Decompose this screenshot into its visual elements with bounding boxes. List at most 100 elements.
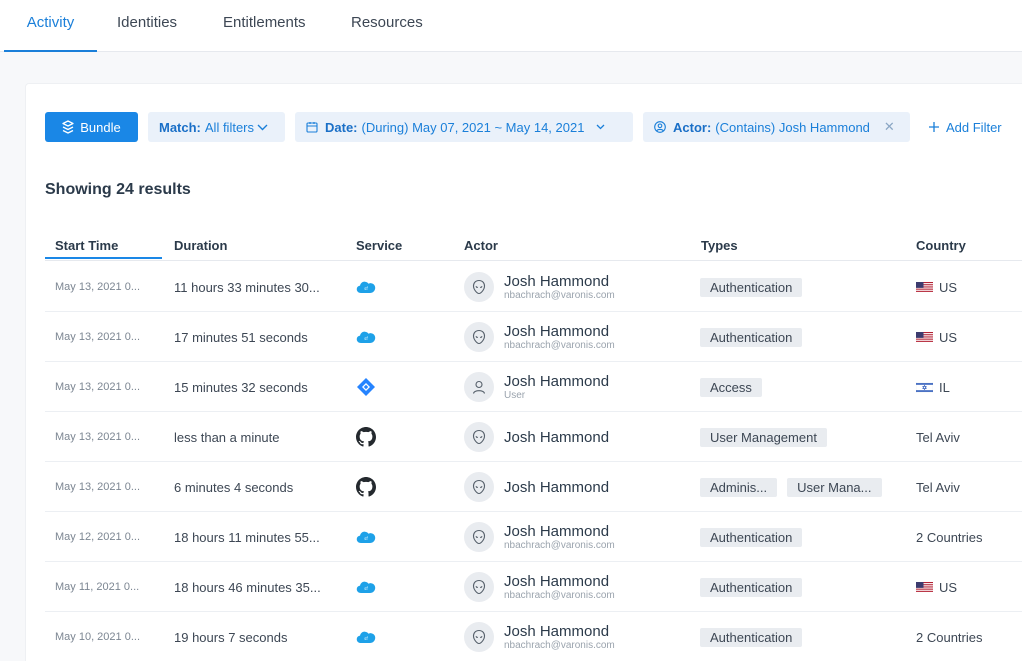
svg-text:sf: sf	[364, 336, 368, 341]
tab-bar: Activity Identities Entitlements Resourc…	[0, 0, 1022, 52]
country-label: IL	[939, 379, 950, 395]
table-row[interactable]: May 13, 2021 0... 6 minutes 4 seconds Jo…	[45, 462, 1022, 512]
actor-subtitle: nbachrach@varonis.com	[504, 589, 615, 601]
tab-entitlements[interactable]: Entitlements	[223, 0, 306, 52]
duration-cell: less than a minute	[174, 429, 280, 445]
table-row[interactable]: May 12, 2021 0... 18 hours 11 minutes 55…	[45, 512, 1022, 562]
results-count-heading: Showing 24 results	[45, 181, 191, 198]
actor-subtitle: nbachrach@varonis.com	[504, 539, 615, 551]
actor-name: Josh Hammond	[504, 478, 610, 496]
table-row[interactable]: May 13, 2021 0... 17 minutes 51 seconds …	[45, 312, 1022, 362]
table-row[interactable]: May 13, 2021 0... less than a minute Jos…	[45, 412, 1022, 462]
match-filter-chip[interactable]: Match: All filters	[148, 112, 285, 142]
salesforce-icon: sf	[356, 280, 376, 294]
duration-cell: 18 hours 11 minutes 55...	[174, 529, 320, 545]
salesforce-icon: sf	[356, 580, 376, 594]
actor-filter-chip[interactable]: Actor: (Contains) Josh Hammond ✕	[643, 112, 910, 142]
avatar	[464, 522, 494, 552]
actor-name: Josh Hammond	[504, 372, 610, 390]
country-cell: Tel Aviv	[916, 462, 1022, 512]
actor-cell[interactable]: Josh Hammond nbachrach@varonis.com	[464, 562, 694, 612]
alien-icon	[471, 329, 487, 345]
actor-name: Josh Hammond	[504, 572, 610, 590]
duration-cell: 6 minutes 4 seconds	[174, 479, 294, 495]
chevron-down-icon	[257, 124, 268, 131]
column-header-service[interactable]: Service	[356, 238, 402, 253]
salesforce-icon: sf	[356, 330, 376, 344]
country-label: 2 Countries	[916, 529, 983, 545]
table-row[interactable]: May 11, 2021 0... 18 hours 46 minutes 35…	[45, 562, 1022, 612]
tab-identities[interactable]: Identities	[117, 0, 177, 52]
chevron-down-icon	[596, 124, 605, 130]
actor-cell[interactable]: Josh Hammond	[464, 412, 694, 462]
salesforce-icon: sf	[356, 630, 376, 644]
country-label: Tel Aviv	[916, 429, 960, 445]
tab-activity[interactable]: Activity	[4, 0, 97, 52]
types-cell: Access	[700, 362, 910, 412]
date-filter-chip[interactable]: Date: (During) May 07, 2021 ~ May 14, 20…	[295, 112, 633, 142]
table-header-divider	[45, 260, 1022, 261]
table-row[interactable]: May 10, 2021 0... 19 hours 7 seconds sf …	[45, 612, 1022, 661]
actor-cell[interactable]: Josh Hammond User	[464, 362, 694, 412]
column-header-duration[interactable]: Duration	[174, 238, 227, 253]
tab-resources[interactable]: Resources	[351, 0, 423, 52]
start-time-cell: May 10, 2021 0...	[55, 631, 140, 643]
alien-icon	[471, 629, 487, 645]
type-tag: Adminis...	[700, 477, 778, 497]
date-filter-value: (During) May 07, 2021 ~ May 14, 2021	[361, 119, 585, 135]
type-tag: User Mana...	[787, 477, 882, 497]
types-cell: Authentication	[700, 512, 910, 562]
country-label: 2 Countries	[916, 629, 983, 645]
service-cell	[356, 412, 396, 462]
duration-cell: 19 hours 7 seconds	[174, 629, 288, 645]
country-cell: US	[916, 312, 1022, 362]
type-tag: Authentication	[700, 627, 803, 647]
svg-text:sf: sf	[364, 586, 368, 591]
service-cell: sf	[356, 512, 396, 562]
salesforce-icon: sf	[356, 530, 376, 544]
actor-filter-value: (Contains) Josh Hammond	[715, 119, 870, 135]
match-filter-value: All filters	[204, 119, 255, 135]
actor-cell[interactable]: Josh Hammond nbachrach@varonis.com	[464, 512, 694, 562]
types-cell: User Management	[700, 412, 910, 462]
avatar	[464, 372, 494, 402]
bundle-button[interactable]: Bundle	[45, 112, 138, 142]
column-header-actor[interactable]: Actor	[464, 238, 498, 253]
type-tag: Authentication	[700, 277, 803, 297]
jira-icon	[356, 377, 376, 397]
column-header-country[interactable]: Country	[916, 238, 966, 253]
actor-name: Josh Hammond	[504, 322, 610, 340]
types-cell: Authentication	[700, 312, 910, 362]
table-row[interactable]: May 13, 2021 0... 11 hours 33 minutes 30…	[45, 262, 1022, 312]
actor-name: Josh Hammond	[504, 272, 610, 290]
start-time-cell: May 13, 2021 0...	[55, 331, 140, 343]
actor-cell[interactable]: Josh Hammond nbachrach@varonis.com	[464, 312, 694, 362]
service-cell	[356, 362, 396, 412]
type-tag: Authentication	[700, 527, 803, 547]
start-time-cell: May 12, 2021 0...	[55, 531, 140, 543]
alien-icon	[471, 479, 487, 495]
column-header-types[interactable]: Types	[701, 238, 738, 253]
alien-icon	[471, 279, 487, 295]
actor-cell[interactable]: Josh Hammond nbachrach@varonis.com	[464, 612, 694, 661]
close-icon[interactable]: ✕	[884, 119, 895, 135]
start-time-cell: May 13, 2021 0...	[55, 431, 140, 443]
duration-cell: 11 hours 33 minutes 30...	[174, 279, 320, 295]
actor-cell[interactable]: Josh Hammond	[464, 462, 694, 512]
country-cell: 2 Countries	[916, 512, 1022, 562]
actor-subtitle: nbachrach@varonis.com	[504, 639, 615, 651]
country-label: US	[939, 579, 958, 595]
avatar	[464, 472, 494, 502]
sort-indicator	[45, 257, 162, 259]
actor-cell[interactable]: Josh Hammond nbachrach@varonis.com	[464, 262, 694, 312]
alien-icon	[471, 529, 487, 545]
duration-cell: 15 minutes 32 seconds	[174, 379, 308, 395]
add-filter-button[interactable]: Add Filter	[928, 112, 1002, 142]
types-cell: Adminis... User Mana...	[700, 462, 910, 512]
match-filter-key: Match:	[159, 119, 201, 135]
table-row[interactable]: May 13, 2021 0... 15 minutes 32 seconds …	[45, 362, 1022, 412]
country-cell: Tel Aviv	[916, 412, 1022, 462]
country-cell: US	[916, 562, 1022, 612]
column-header-start-time[interactable]: Start Time	[55, 238, 118, 253]
actor-subtitle: nbachrach@varonis.com	[504, 339, 615, 351]
